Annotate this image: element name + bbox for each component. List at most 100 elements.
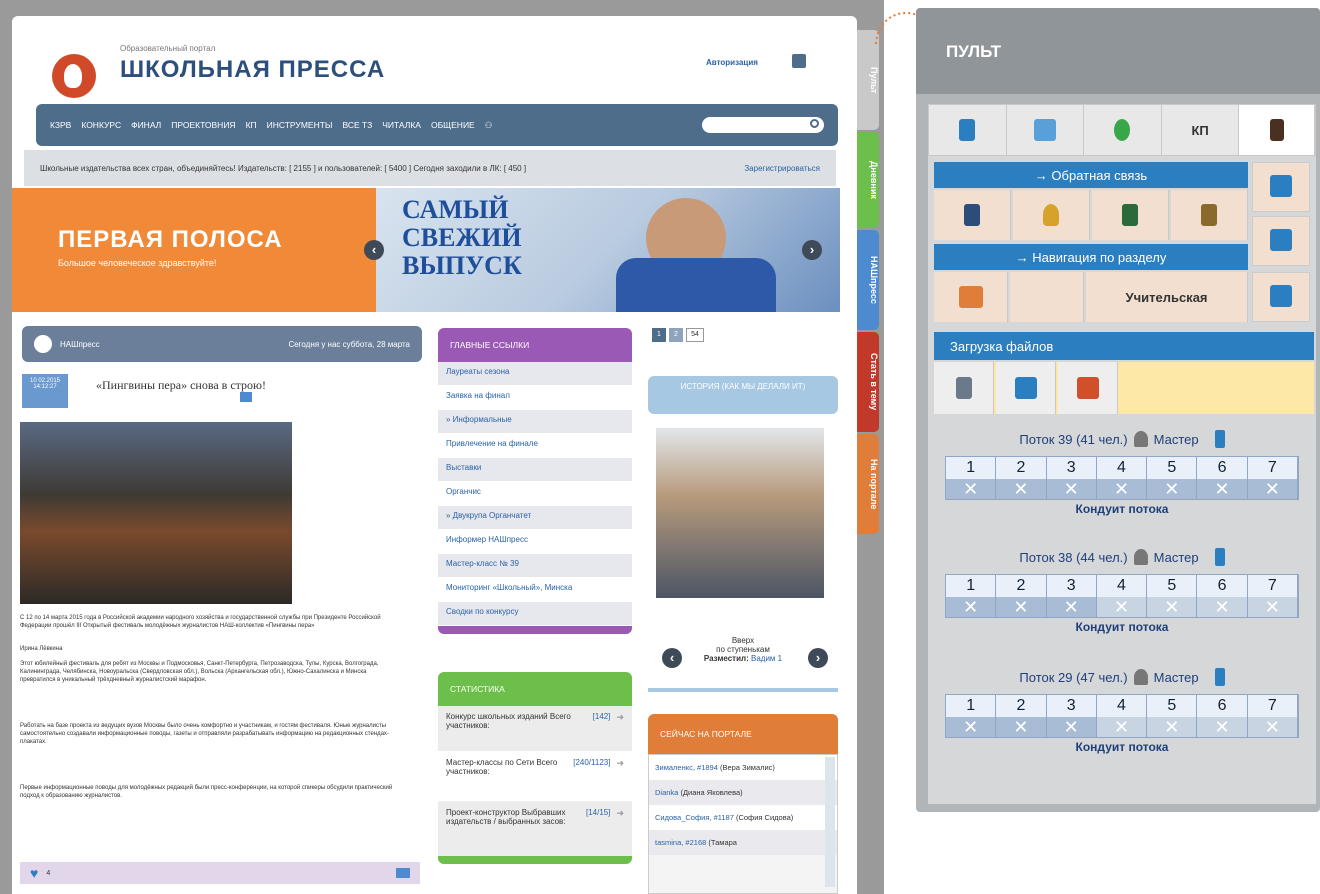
pager-item[interactable]: 1 <box>652 328 666 342</box>
stats-count[interactable]: [142] <box>593 712 611 745</box>
nav-item[interactable]: ВСЕ ТЗ <box>342 120 372 130</box>
side-tab-nashpress[interactable]: НАШпресс <box>857 230 879 330</box>
cross-icon[interactable]: ✕ <box>1096 717 1148 737</box>
arrow-right-icon[interactable]: ➜ <box>616 758 624 795</box>
teacher-room-button[interactable]: Учительская <box>1086 272 1248 322</box>
link-item[interactable]: Выставки <box>438 458 632 482</box>
news-headline[interactable]: «Пингвины пера» снова в строю! <box>96 378 266 393</box>
nav-item[interactable]: ИНСТРУМЕНТЫ <box>267 120 333 130</box>
feedback-master[interactable] <box>1171 190 1248 240</box>
stream-col[interactable]: 1 <box>946 575 997 597</box>
stream-col[interactable]: 6 <box>1197 575 1248 597</box>
stream-col[interactable]: 7 <box>1247 695 1298 717</box>
history-next-button[interactable]: › <box>808 648 828 668</box>
online-user[interactable]: Dianka (Диана Яковлева) <box>649 780 837 805</box>
cross-icon[interactable]: ✕ <box>1197 597 1248 617</box>
stats-count[interactable]: [14/15] <box>586 808 610 850</box>
stream-footer[interactable]: Кондуит потока <box>945 502 1299 516</box>
cross-icon[interactable]: ✕ <box>1096 479 1148 499</box>
link-item[interactable]: Лауреаты сезона <box>438 362 632 386</box>
heart-icon[interactable]: ♥ <box>30 865 38 881</box>
side-tab-theme[interactable]: Стать в тему <box>857 332 879 432</box>
stream-footer[interactable]: Кондуит потока <box>945 740 1299 754</box>
cross-icon[interactable]: ✕ <box>1247 597 1298 617</box>
site-title[interactable]: ШКОЛЬНАЯ ПРЕССА <box>120 56 385 84</box>
cross-icon[interactable]: ✕ <box>996 597 1047 617</box>
cross-icon[interactable]: ✕ <box>1046 479 1097 499</box>
stream-footer[interactable]: Кондуит потока <box>945 620 1299 634</box>
search-input[interactable] <box>702 117 824 133</box>
stream-col[interactable]: 4 <box>1096 575 1148 597</box>
stream-col[interactable]: 1 <box>946 457 997 479</box>
stream-col[interactable]: 5 <box>1147 695 1198 717</box>
online-list[interactable]: Зималенкс, #1894 (Вера Зималис) Dianka (… <box>648 754 838 894</box>
pult-side-button-2[interactable] <box>1252 216 1310 266</box>
tab-grid[interactable] <box>1007 105 1085 155</box>
cross-icon[interactable]: ✕ <box>1197 717 1248 737</box>
history-author-link[interactable]: Вадим 1 <box>751 654 782 663</box>
link-item[interactable]: Информер НАШпресс <box>438 530 632 554</box>
nav-item[interactable]: ЧИТАЛКА <box>382 120 421 130</box>
link-item[interactable]: Сводки по конкурсу <box>438 602 632 626</box>
pager-item[interactable]: 2 <box>669 328 683 342</box>
online-user[interactable]: tasmina, #2168 (Тамара <box>649 830 837 855</box>
upload-mk-button[interactable] <box>934 362 994 414</box>
stream-col[interactable]: 4 <box>1096 457 1148 479</box>
tab-kp[interactable]: КП <box>1162 105 1240 155</box>
stream-col[interactable]: 3 <box>1046 695 1097 717</box>
stats-count[interactable]: [240/1123] <box>573 758 610 795</box>
cross-icon[interactable]: ✕ <box>1147 597 1198 617</box>
upload-button[interactable] <box>996 362 1056 414</box>
online-user[interactable]: Зималенкс, #1894 (Вера Зималис) <box>649 755 837 780</box>
link-item[interactable]: Мастер-класс № 39 <box>438 554 632 578</box>
tab-leaf[interactable] <box>1084 105 1162 155</box>
link-item[interactable]: Мониторинг «Школьный», Минска <box>438 578 632 602</box>
link-item[interactable]: Органчис <box>438 482 632 506</box>
pult-side-button-3[interactable] <box>1252 272 1310 322</box>
nav-item[interactable]: ФИНАЛ <box>131 120 161 130</box>
master-label[interactable]: Мастер <box>1154 550 1199 565</box>
share-icon[interactable] <box>396 868 410 878</box>
banner-prev-button[interactable]: ‹ <box>364 240 384 260</box>
stats-row[interactable]: Конкурс школьных изданий Всего участнико… <box>438 706 632 752</box>
master-label[interactable]: Мастер <box>1154 670 1199 685</box>
cross-icon[interactable]: ✕ <box>1096 597 1148 617</box>
stream-col[interactable]: 5 <box>1147 457 1198 479</box>
mk-button[interactable] <box>934 272 1008 322</box>
phone-icon[interactable] <box>1214 548 1225 566</box>
tab-teacher[interactable] <box>1239 105 1315 155</box>
cross-icon[interactable]: ✕ <box>946 597 997 617</box>
section-nav-bar[interactable]: → Навигация по разделу <box>934 244 1248 270</box>
news-source[interactable]: НАШпресс <box>60 340 100 349</box>
history-prev-button[interactable]: ‹ <box>662 648 682 668</box>
feedback-student[interactable] <box>934 190 1011 240</box>
link-item[interactable]: Заявка на финал <box>438 386 632 410</box>
stream-col[interactable]: 4 <box>1096 695 1148 717</box>
stream-col[interactable]: 5 <box>1147 575 1198 597</box>
comment-icon[interactable] <box>240 392 252 402</box>
stream-col[interactable]: 2 <box>996 457 1047 479</box>
stream-col[interactable]: 6 <box>1197 695 1248 717</box>
scrollbar[interactable] <box>825 757 835 887</box>
link-item[interactable]: » Двукрупа Органчатет <box>438 506 632 530</box>
stream-col[interactable]: 7 <box>1247 575 1298 597</box>
auth-dropdown-icon[interactable] <box>792 54 806 68</box>
link-item[interactable]: » Информальные <box>438 410 632 434</box>
upload-new-button[interactable] <box>1058 362 1118 414</box>
cross-icon[interactable]: ✕ <box>1147 717 1198 737</box>
online-user[interactable]: Сидова_София, #1187 (София Сидова) <box>649 805 837 830</box>
stream-col[interactable]: 6 <box>1197 457 1248 479</box>
stream-title[interactable]: Поток 38 (44 чел.) Мастер <box>945 548 1299 566</box>
banner-next-button[interactable]: › <box>802 240 822 260</box>
master-label[interactable]: Мастер <box>1154 432 1199 447</box>
stream-title[interactable]: Поток 29 (47 чел.) Мастер <box>945 668 1299 686</box>
stream-col[interactable]: 2 <box>996 575 1047 597</box>
cross-icon[interactable]: ✕ <box>1046 717 1097 737</box>
nav-item[interactable]: ОБЩЕНИЕ <box>431 120 475 130</box>
cross-icon[interactable]: ✕ <box>996 717 1047 737</box>
cross-icon[interactable]: ✕ <box>996 479 1047 499</box>
stream-col[interactable]: 7 <box>1247 457 1298 479</box>
pult-side-button-1[interactable] <box>1252 162 1310 212</box>
stream-col[interactable]: 3 <box>1046 457 1097 479</box>
side-tab-diary[interactable]: Дневник <box>857 132 879 228</box>
